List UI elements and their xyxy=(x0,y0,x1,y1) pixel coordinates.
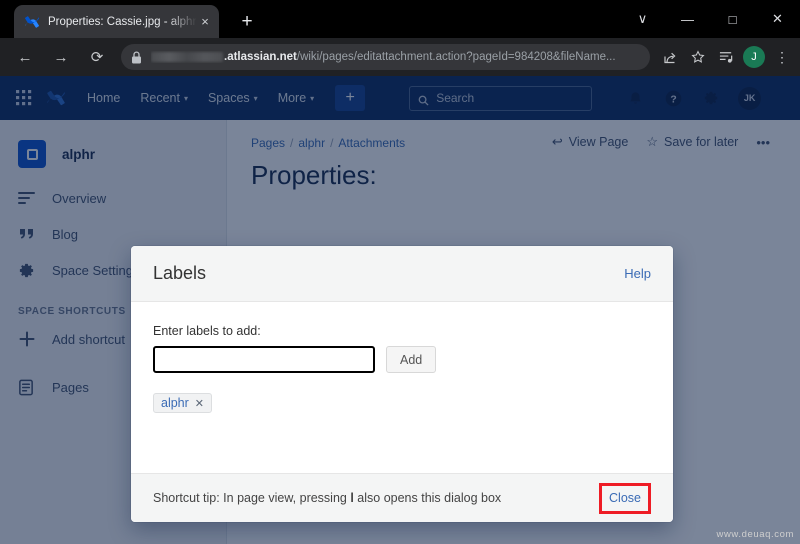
close-icon[interactable]: ✕ xyxy=(195,397,204,410)
shortcut-tip-prefix: Shortcut tip: In page view, pressing xyxy=(153,491,351,505)
shortcut-tip: Shortcut tip: In page view, pressing l a… xyxy=(153,491,599,505)
browser-window: Properties: Cassie.jpg - alphr - al × + … xyxy=(0,0,800,544)
dialog-header: Labels Help xyxy=(131,246,673,302)
labels-dialog: Labels Help Enter labels to add: Add alp… xyxy=(131,246,673,522)
label-chip-text: alphr xyxy=(161,396,189,410)
close-window-button[interactable]: ✕ xyxy=(755,0,800,38)
url-text: .atlassian.net /wiki/pages/editattachmen… xyxy=(151,51,616,63)
forward-button[interactable]: → xyxy=(46,42,76,72)
dialog-body: Enter labels to add: Add alphr ✕ xyxy=(131,302,673,473)
browser-toolbar: ← → ⟳ .atlassian.net /wiki/pages/editatt… xyxy=(0,38,800,76)
window-controls: ∨ — □ ✕ xyxy=(620,0,800,38)
url-path: /wiki/pages/editattachment.action?pageId… xyxy=(296,51,616,63)
dialog-help-link[interactable]: Help xyxy=(624,266,651,281)
labels-field-row: Add xyxy=(153,346,651,373)
shortcut-tip-suffix: also opens this dialog box xyxy=(353,491,502,505)
labels-input[interactable] xyxy=(153,346,375,373)
url-domain: .atlassian.net xyxy=(224,51,297,63)
share-icon[interactable] xyxy=(656,43,684,71)
tab-search-icon[interactable]: ∨ xyxy=(620,0,665,38)
reading-list-icon[interactable] xyxy=(712,43,740,71)
redacted-domain xyxy=(151,52,223,62)
watermark: www.deuaq.com xyxy=(716,529,794,540)
browser-titlebar: Properties: Cassie.jpg - alphr - al × + … xyxy=(0,0,800,38)
close-button-highlight: Close xyxy=(599,482,651,514)
lock-icon xyxy=(131,50,142,64)
dialog-title: Labels xyxy=(153,263,207,283)
star-icon[interactable] xyxy=(684,43,712,71)
browser-menu-icon[interactable]: ⋮ xyxy=(768,43,796,71)
reload-button[interactable]: ⟳ xyxy=(82,42,112,72)
back-button[interactable]: ← xyxy=(10,42,40,72)
dialog-footer: Shortcut tip: In page view, pressing l a… xyxy=(131,473,673,522)
browser-tab-title: Properties: Cassie.jpg - alphr - al xyxy=(48,15,197,28)
close-dialog-button[interactable]: Close xyxy=(609,491,641,505)
tab-close-icon[interactable]: × xyxy=(197,14,213,30)
new-tab-button[interactable]: + xyxy=(236,11,258,33)
chrome-profile-avatar[interactable]: J xyxy=(743,46,765,68)
labels-field-label: Enter labels to add: xyxy=(153,324,261,338)
maximize-button[interactable]: □ xyxy=(710,0,755,38)
browser-tab[interactable]: Properties: Cassie.jpg - alphr - al × xyxy=(14,5,219,38)
add-label-button[interactable]: Add xyxy=(386,346,437,373)
label-chip[interactable]: alphr ✕ xyxy=(153,393,213,413)
labels-chip-list: alphr ✕ xyxy=(153,393,651,413)
page-viewport: Home Recent ▾ Spaces ▾ More ▾ + xyxy=(0,76,800,544)
confluence-favicon xyxy=(24,14,40,30)
minimize-button[interactable]: — xyxy=(665,0,710,38)
address-bar[interactable]: .atlassian.net /wiki/pages/editattachmen… xyxy=(121,44,650,70)
